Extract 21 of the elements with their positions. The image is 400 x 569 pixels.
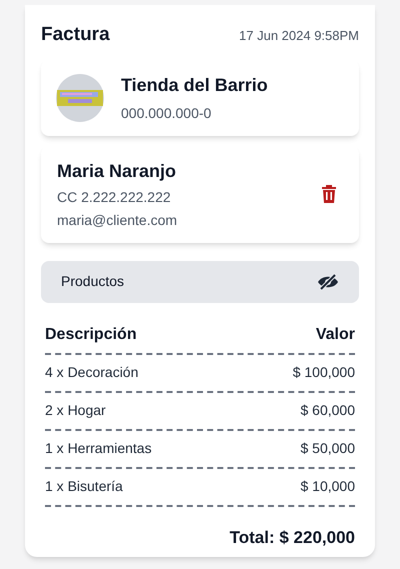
customer-email: maria@cliente.com <box>57 210 178 230</box>
item-description: 1 x Bisutería <box>45 477 123 496</box>
column-header: Valor <box>316 324 355 344</box>
products-toggle[interactable]: Productos <box>41 260 359 302</box>
customer-name: Maria Naranjo <box>57 160 178 183</box>
invoice-title: Factura <box>41 23 110 47</box>
item-value: $ 60,000 <box>300 401 355 420</box>
item-value: $ 100,000 <box>292 363 355 382</box>
invoice-date: 17 Jun 2024 9:58PM <box>239 27 359 45</box>
item-description: 1 x Herramientas <box>45 439 152 458</box>
delete-button[interactable] <box>319 183 339 205</box>
invoice-total: Total: $ 220,000 <box>230 526 355 548</box>
item-description: 4 x Decoración <box>45 363 138 382</box>
trash-icon <box>322 185 336 203</box>
item-value: $ 50,000 <box>300 439 355 458</box>
store-name: Tienda del Barrio <box>121 74 268 96</box>
item-description: 2 x Hogar <box>45 401 106 420</box>
column-header: Descripción <box>45 324 137 344</box>
customer-id: CC 2.222.222.222 <box>57 188 172 206</box>
store-tax-id: 000.000.000-0 <box>121 104 212 122</box>
item-value: $ 10,000 <box>300 477 355 496</box>
